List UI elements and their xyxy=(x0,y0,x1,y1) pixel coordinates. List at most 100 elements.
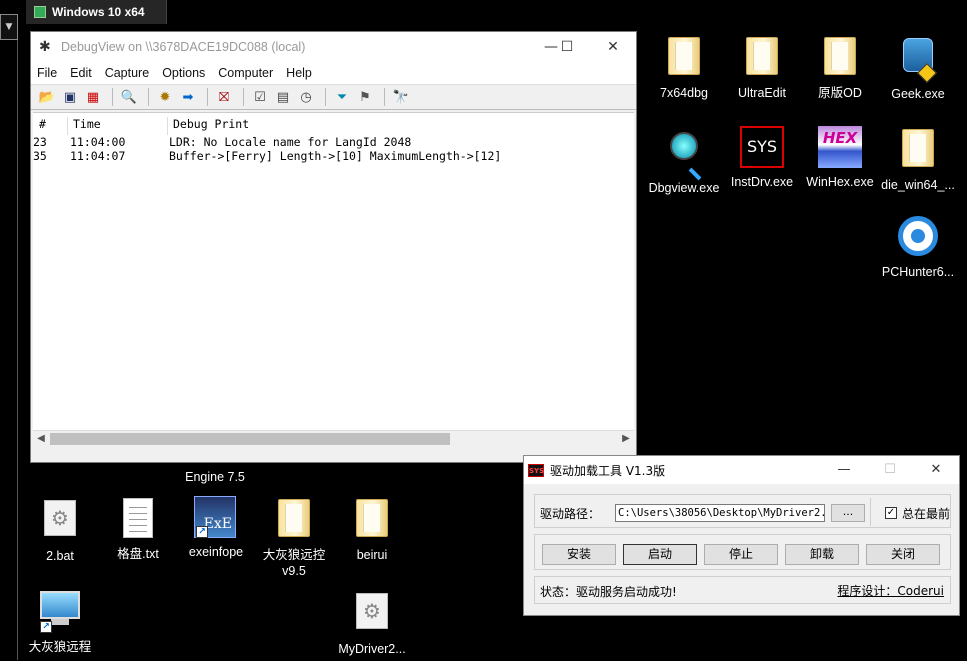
icon-label: WinHex.exe xyxy=(806,175,874,189)
open-icon[interactable]: 📂 xyxy=(37,87,57,107)
install-button[interactable]: 安装 xyxy=(542,544,616,565)
maximize-icon[interactable]: ☐ xyxy=(544,32,590,62)
log-to-file-icon[interactable]: ▦ xyxy=(83,87,103,107)
batch-file-icon: ⚙ xyxy=(38,500,82,544)
icon-label: Engine 7.5 xyxy=(185,470,245,484)
path-label: 驱动路径： xyxy=(540,507,601,521)
row-text: Buffer->[Ferry] Length->[10] MaximumLeng… xyxy=(169,149,502,163)
column-divider[interactable] xyxy=(167,117,168,135)
menu-file[interactable]: File xyxy=(37,66,57,80)
stop-button[interactable]: 停止 xyxy=(704,544,778,565)
desktop-icon-txt[interactable]: 格盘.txt xyxy=(99,496,177,562)
always-on-top-checkbox[interactable]: ✓ xyxy=(885,507,897,519)
show-clock-icon[interactable]: ☑ xyxy=(250,87,270,107)
table-row[interactable]: 35 11:04:07 Buffer->[Ferry] Length->[10]… xyxy=(33,149,634,163)
highlight-icon[interactable]: ⚑ xyxy=(355,87,375,107)
folder-icon xyxy=(824,37,856,75)
clock-icon[interactable]: ◷ xyxy=(296,87,316,107)
debugview-menubar: File Edit Capture Options Computer Help xyxy=(31,62,636,84)
desktop-icon-geek[interactable]: Geek.exe xyxy=(879,34,957,102)
capture-kernel-icon[interactable]: ✹ xyxy=(155,87,175,107)
close-app-button[interactable]: 关闭 xyxy=(866,544,940,565)
desktop-icon-remote[interactable]: ↗ 大灰狼远程 xyxy=(21,589,99,655)
column-time[interactable]: Time xyxy=(73,117,101,131)
row-num: 23 xyxy=(33,135,47,149)
desktop-icon-die[interactable]: die_win64_... xyxy=(879,126,957,193)
minimize-button[interactable]: — xyxy=(821,456,867,484)
toolbar-separator xyxy=(112,88,113,106)
scroll-left-icon[interactable]: ◀ xyxy=(33,431,49,447)
dropdown-arrow-icon[interactable]: ▼ xyxy=(0,14,18,40)
time-icon[interactable]: ▤ xyxy=(273,87,293,107)
horizontal-scrollbar[interactable]: ◀ ▶ xyxy=(33,430,634,446)
desktop-icon-pchunter[interactable]: PCHunter6... xyxy=(879,214,957,280)
desktop-icon-dahuilang[interactable]: 大灰狼远控 v9.5 xyxy=(255,496,333,579)
desktop-icon-dbgview[interactable]: Dbgview.exe xyxy=(645,126,723,196)
close-button[interactable]: ✕ xyxy=(590,32,636,62)
desktop-icon-winhex[interactable]: HEX WinHex.exe xyxy=(801,126,879,190)
debugview-window: ✱ DebugView on \\3678DACE19DC088 (local)… xyxy=(30,31,637,463)
column-divider[interactable] xyxy=(67,117,68,135)
sys-file-icon: SYS xyxy=(740,126,784,170)
save-icon[interactable]: ▣ xyxy=(60,87,80,107)
scroll-right-icon[interactable]: ▶ xyxy=(618,431,634,447)
exeinfope-icon: ExE ↗ xyxy=(194,496,238,540)
icon-label: 2.bat xyxy=(46,549,74,563)
icon-label: Geek.exe xyxy=(891,87,945,101)
desktop-label-engine: Engine 7.5 xyxy=(160,465,270,485)
vm-tab[interactable]: Windows 10 x64 xyxy=(26,0,167,24)
driver-file-icon: ⚙ xyxy=(350,593,394,637)
clear-display-icon[interactable]: ⛝ xyxy=(214,87,234,107)
designer-link[interactable]: 程序设计：Coderui xyxy=(837,582,944,599)
desktop-icon-ultraedit[interactable]: UltraEdit xyxy=(723,34,801,101)
desktop-icon-mydriver[interactable]: ⚙ MyDriver2... xyxy=(333,589,411,657)
group-divider xyxy=(870,498,871,526)
menu-capture[interactable]: Capture xyxy=(105,66,149,80)
computer-icon: ↗ xyxy=(38,591,82,635)
path-group: 驱动路径： C:\Users\38056\Desktop\MyDriver2.s… xyxy=(534,494,951,528)
pchunter-icon xyxy=(896,216,940,260)
icon-label: 原版OD xyxy=(818,86,862,100)
folder-icon xyxy=(746,37,778,75)
menu-options[interactable]: Options xyxy=(162,66,205,80)
scroll-thumb[interactable] xyxy=(50,433,450,445)
uninstall-button[interactable]: 卸载 xyxy=(785,544,859,565)
menu-help[interactable]: Help xyxy=(286,66,312,80)
toolbar-separator xyxy=(384,88,385,106)
autoscroll-icon[interactable]: ➡ xyxy=(178,87,198,107)
desktop-icon-beirui[interactable]: beirui xyxy=(333,496,411,563)
desktop-icon-x64dbg[interactable]: 7x64dbg xyxy=(645,34,723,101)
folder-icon xyxy=(356,499,388,537)
status-bar: 状态：驱动服务启动成功! 程序设计：Coderui xyxy=(534,576,951,604)
close-button[interactable]: ✕ xyxy=(913,456,959,484)
menu-computer[interactable]: Computer xyxy=(218,66,273,80)
vm-tab-label: Windows 10 x64 xyxy=(52,5,145,19)
icon-label: exeinfope xyxy=(188,545,244,559)
browse-button[interactable]: ... xyxy=(831,504,865,522)
table-row[interactable]: 23 11:04:00 LDR: No Locale name for Lang… xyxy=(33,135,634,149)
start-button[interactable]: 启动 xyxy=(623,544,697,565)
icon-label: UltraEdit xyxy=(738,86,786,100)
icon-label: 大灰狼远程 xyxy=(28,640,92,654)
shortcut-arrow-icon: ↗ xyxy=(40,621,52,633)
column-debug-print[interactable]: Debug Print xyxy=(173,117,249,131)
find-icon[interactable]: 🔭 xyxy=(391,87,411,107)
desktop-icon-od[interactable]: 原版OD xyxy=(801,34,879,101)
icon-label: Dbgview.exe xyxy=(648,181,720,195)
driver-path-input[interactable]: C:\Users\38056\Desktop\MyDriver2.sys xyxy=(615,504,825,522)
capture-icon[interactable]: 🔍 xyxy=(119,87,139,107)
debug-output-list[interactable]: # Time Debug Print 23 11:04:00 LDR: No L… xyxy=(33,112,634,446)
desktop-icon-exeinfope[interactable]: ExE ↗ exeinfope xyxy=(177,496,255,560)
toolbar-separator xyxy=(207,88,208,106)
vm-tab-strip: Windows 10 x64 xyxy=(0,0,967,24)
menu-edit[interactable]: Edit xyxy=(70,66,92,80)
driver-loader-titlebar[interactable]: SYS 驱动加载工具 V1.3版 — ☐ ✕ xyxy=(524,456,959,484)
driver-loader-window: SYS 驱动加载工具 V1.3版 — ☐ ✕ 驱动路径： C:\Users\38… xyxy=(523,455,960,616)
filter-icon[interactable]: ⏷ xyxy=(332,87,352,107)
action-button-group: 安装 启动 停止 卸载 关闭 xyxy=(534,534,951,570)
geek-uninstaller-icon xyxy=(896,38,940,83)
column-num[interactable]: # xyxy=(39,117,46,131)
debugview-titlebar[interactable]: ✱ DebugView on \\3678DACE19DC088 (local)… xyxy=(31,32,636,62)
desktop-icon-bat[interactable]: ⚙ 2.bat xyxy=(21,496,99,564)
desktop-icon-instdrv[interactable]: SYS InstDrv.exe xyxy=(723,126,801,190)
